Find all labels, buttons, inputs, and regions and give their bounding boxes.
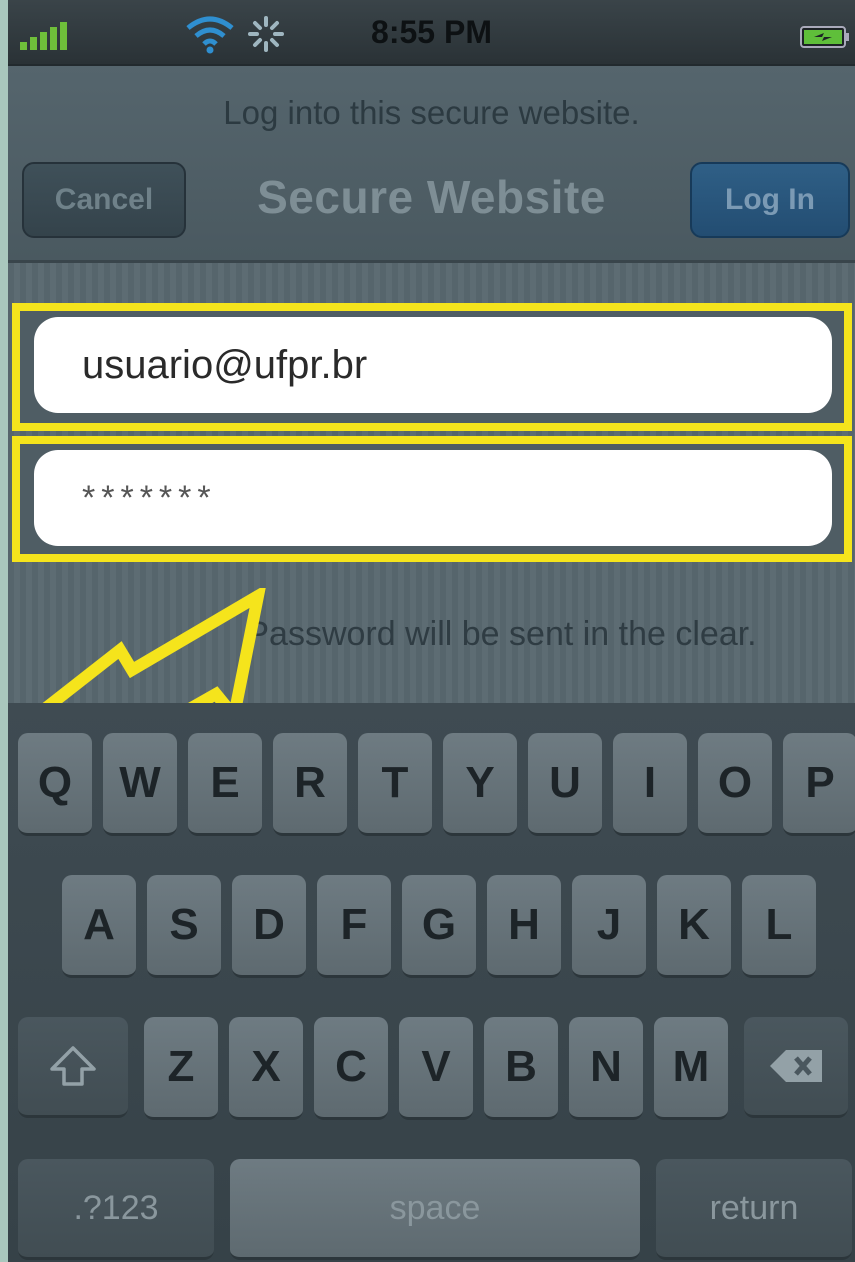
key-b[interactable]: B	[484, 1017, 558, 1120]
key-e[interactable]: E	[188, 733, 262, 836]
battery-charging-icon	[800, 26, 849, 48]
backspace-key[interactable]	[744, 1017, 848, 1118]
email-field-highlight: usuario@ufpr.br	[12, 303, 852, 431]
key-q[interactable]: Q	[18, 733, 92, 836]
status-time: 8:55 PM	[371, 14, 492, 50]
key-h[interactable]: H	[487, 875, 561, 978]
key-z[interactable]: Z	[144, 1017, 218, 1120]
key-r[interactable]: R	[273, 733, 347, 836]
backspace-icon	[770, 1050, 822, 1082]
key-w[interactable]: W	[103, 733, 177, 836]
space-key[interactable]: space	[230, 1159, 640, 1260]
key-g[interactable]: G	[402, 875, 476, 978]
key-l[interactable]: L	[742, 875, 816, 978]
key-m[interactable]: M	[654, 1017, 728, 1120]
key-o[interactable]: O	[698, 733, 772, 836]
key-c[interactable]: C	[314, 1017, 388, 1120]
log-in-button[interactable]: Log In	[690, 162, 850, 238]
on-screen-keyboard: QWERTYUIOP ASDFGHJKL ZXCVBNM .?123 space…	[8, 703, 855, 1262]
return-key[interactable]: return	[656, 1159, 852, 1260]
key-p[interactable]: P	[783, 733, 855, 836]
key-j[interactable]: J	[572, 875, 646, 978]
navigation-bar: Log into this secure website. Cancel Sec…	[8, 66, 855, 263]
status-bar: 8:55 PM	[8, 0, 855, 66]
key-k[interactable]: K	[657, 875, 731, 978]
shift-arrow-icon	[50, 1046, 96, 1086]
key-s[interactable]: S	[147, 875, 221, 978]
login-prompt: Log into this secure website.	[223, 94, 640, 131]
key-v[interactable]: V	[399, 1017, 473, 1120]
key-d[interactable]: D	[232, 875, 306, 978]
password-field[interactable]: *******	[34, 450, 832, 546]
key-t[interactable]: T	[358, 733, 432, 836]
key-u[interactable]: U	[528, 733, 602, 836]
key-a[interactable]: A	[62, 875, 136, 978]
key-i[interactable]: I	[613, 733, 687, 836]
email-field[interactable]: usuario@ufpr.br	[34, 317, 832, 413]
numbers-key[interactable]: .?123	[18, 1159, 214, 1260]
key-n[interactable]: N	[569, 1017, 643, 1120]
password-field-highlight: *******	[12, 436, 852, 562]
key-y[interactable]: Y	[443, 733, 517, 836]
shift-key[interactable]	[18, 1017, 128, 1118]
phone-screen: 8:55 PM Log into this secure website. Ca…	[8, 0, 855, 1262]
key-f[interactable]: F	[317, 875, 391, 978]
key-x[interactable]: X	[229, 1017, 303, 1120]
